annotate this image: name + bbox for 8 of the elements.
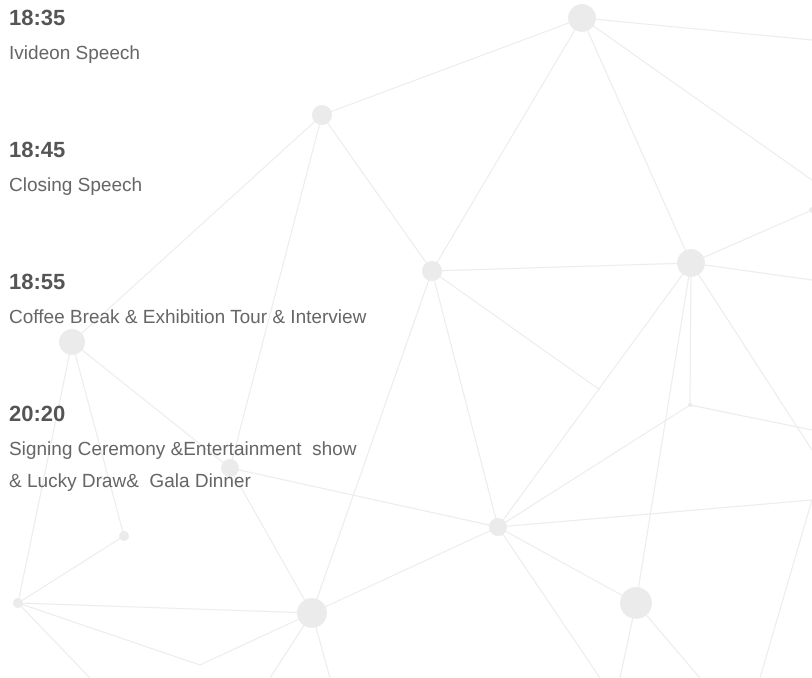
agenda-title: Ivideon Speech <box>9 42 140 66</box>
agenda-time: 18:45 <box>9 136 66 164</box>
agenda-time: 20:20 <box>9 400 66 428</box>
agenda-title: Signing Ceremony &Entertainment show & Lucky Draw& Gala Dinner <box>9 438 356 494</box>
agenda-title: Coffee Break & Exhibition Tour & Interview <box>9 306 366 330</box>
agenda-time: 18:35 <box>9 4 66 32</box>
agenda-title: Closing Speech <box>9 174 142 198</box>
agenda-time: 18:55 <box>9 268 66 296</box>
